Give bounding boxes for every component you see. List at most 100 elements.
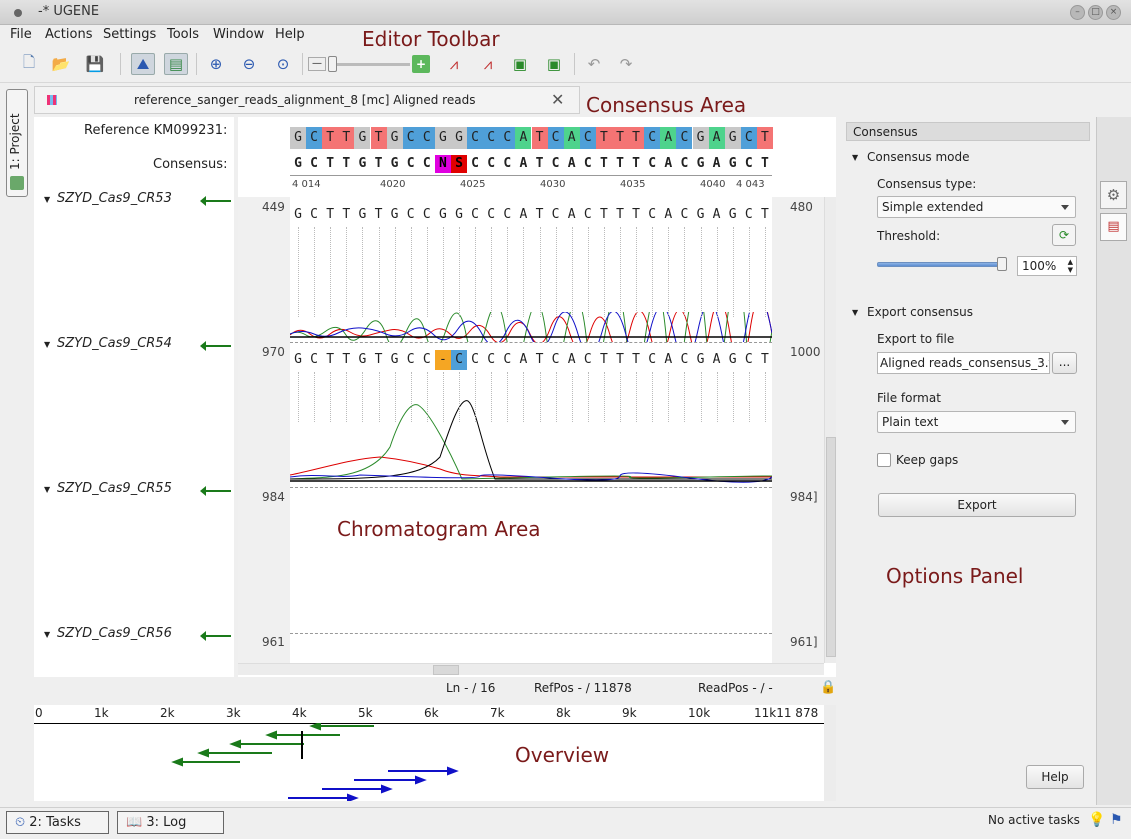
new-project-icon[interactable]: 🗋 [17, 53, 41, 75]
vertical-scrollbar[interactable] [824, 197, 836, 663]
maximize-button[interactable]: □ [1088, 5, 1103, 20]
read-name-cr55[interactable]: SZYD_Cas9_CR55 [57, 481, 172, 496]
consensus-base[interactable]: C [499, 155, 515, 173]
threshold-slider-handle[interactable] [997, 257, 1007, 271]
consensus-base[interactable]: C [676, 155, 692, 173]
help-button[interactable]: Help [1026, 765, 1084, 789]
expand-row-icon[interactable]: ▼ [44, 630, 50, 639]
consensus-base[interactable]: N [434, 155, 451, 173]
consensus-base[interactable]: T [612, 155, 628, 173]
consensus-base[interactable]: C [741, 155, 757, 173]
minimize-button[interactable]: – [1070, 5, 1085, 20]
export-consensus-heading[interactable]: Export consensus [867, 305, 973, 319]
open-folder-icon[interactable]: 📂 [49, 53, 73, 75]
consensus-base[interactable]: T [532, 155, 548, 173]
zoom-slider-track[interactable] [330, 63, 410, 66]
undo-icon[interactable]: ↶ [582, 53, 606, 75]
zoom-slider-plus-icon[interactable]: + [412, 55, 430, 73]
reset-threshold-button[interactable]: ⟳ [1052, 224, 1076, 246]
redo-icon[interactable]: ↷ [614, 53, 638, 75]
threshold-spinbox[interactable]: 100% ▲ ▼ [1017, 256, 1077, 276]
expand-row-icon[interactable]: ▼ [44, 195, 50, 204]
project-tab[interactable]: 1: Project [6, 89, 28, 197]
collapse-icon[interactable]: ▼ [852, 153, 858, 162]
consensus-base[interactable]: C [306, 155, 322, 173]
zoom-in-icon[interactable]: ⊕ [204, 53, 228, 75]
expand-row-icon[interactable]: ▼ [44, 485, 50, 494]
save-icon[interactable]: 💾 [83, 53, 107, 75]
menu-window[interactable]: Window [213, 27, 264, 42]
consensus-base[interactable]: C [548, 155, 564, 173]
editor-tab[interactable]: reference_sanger_reads_alignment_8 [mc] … [34, 86, 580, 114]
consensus-base[interactable]: G [354, 155, 370, 173]
zoom-slider-minus-icon[interactable]: — [308, 57, 326, 71]
lightbulb-icon[interactable]: 💡 [1088, 812, 1105, 828]
export-button[interactable]: Export [878, 493, 1076, 517]
lock-icon[interactable]: 🔒 [820, 680, 836, 695]
consensus-base[interactable]: A [660, 155, 676, 173]
notification-icon[interactable]: ⚑ [1110, 812, 1123, 828]
read-name-cr53[interactable]: SZYD_Cas9_CR53 [57, 191, 172, 206]
show-overview-icon[interactable]: ▤ [164, 53, 188, 75]
menu-help[interactable]: Help [275, 27, 305, 42]
consensus-base[interactable]: T [596, 155, 612, 173]
next-mismatch-icon[interactable]: ▣ [542, 53, 566, 75]
tasks-button[interactable]: ⏲ 2: Tasks [6, 811, 109, 834]
menu-file[interactable]: File [10, 27, 32, 42]
consensus-base[interactable]: A [709, 155, 725, 173]
read-base: C [583, 207, 592, 222]
collapse-icon[interactable]: ▼ [852, 308, 858, 317]
consensus-base[interactable]: G [387, 155, 403, 173]
consensus-base[interactable]: T [371, 155, 387, 173]
column-guide [603, 227, 605, 317]
scrollbar-handle[interactable] [433, 665, 459, 675]
show-chromatograms-icon[interactable]: ⛰ [131, 53, 155, 75]
consensus-base[interactable]: T [628, 155, 644, 173]
overview-panel[interactable]: Overview [34, 705, 836, 801]
horizontal-scrollbar[interactable] [238, 663, 824, 675]
chromatogram-area[interactable]: 4 014 4020 4025 4030 4035 4040 4 043 449… [238, 117, 836, 677]
consensus-base[interactable]: S [451, 155, 467, 173]
consensus-settings-icon[interactable]: ▤ [1100, 213, 1127, 241]
consensus-base[interactable]: G [290, 155, 306, 173]
prev-mismatch-icon[interactable]: ▣ [508, 53, 532, 75]
consensus-base[interactable]: C [467, 155, 483, 173]
threshold-slider[interactable] [877, 262, 1005, 267]
menu-actions[interactable]: Actions [45, 27, 93, 42]
read-name-cr56[interactable]: SZYD_Cas9_CR56 [57, 626, 172, 641]
consensus-base[interactable]: C [403, 155, 419, 173]
general-settings-icon[interactable]: ⚙ [1100, 181, 1127, 209]
close-tab-icon[interactable]: ✕ [551, 90, 564, 109]
consensus-base[interactable]: C [419, 155, 435, 173]
reset-zoom-icon[interactable]: ⊙ [271, 53, 295, 75]
browse-button[interactable]: ... [1052, 352, 1077, 374]
spin-arrows-icon[interactable]: ▲ ▼ [1068, 258, 1073, 274]
consensus-mode-heading[interactable]: Consensus mode [867, 150, 970, 164]
ambiguous-prev-icon[interactable]: ⩘ [442, 53, 466, 75]
expand-row-icon[interactable]: ▼ [44, 340, 50, 349]
consensus-base[interactable]: T [322, 155, 338, 173]
consensus-base[interactable]: G [725, 155, 741, 173]
log-button[interactable]: 📖 3: Log [117, 811, 224, 834]
export-file-input[interactable]: Aligned reads_consensus_3.txt [877, 352, 1050, 374]
consensus-base[interactable]: T [757, 155, 773, 173]
zoom-out-icon[interactable]: ⊖ [237, 53, 261, 75]
consensus-base[interactable]: G [693, 155, 709, 173]
consensus-base[interactable]: A [564, 155, 580, 173]
read-name-cr54[interactable]: SZYD_Cas9_CR54 [57, 336, 172, 351]
ambiguous-next-icon[interactable]: ⩘ [476, 53, 500, 75]
consensus-base[interactable]: C [483, 155, 499, 173]
close-button[interactable]: × [1106, 5, 1121, 20]
consensus-base[interactable]: A [515, 155, 531, 173]
consensus-base[interactable]: C [644, 155, 660, 173]
file-format-select[interactable]: Plain text [877, 411, 1076, 433]
keep-gaps-checkbox[interactable] [877, 453, 891, 467]
zoom-slider-handle[interactable] [328, 56, 337, 72]
overview-scrollbar[interactable] [824, 705, 836, 801]
consensus-base[interactable]: C [580, 155, 596, 173]
consensus-type-select[interactable]: Simple extended [877, 196, 1076, 218]
consensus-base[interactable]: T [338, 155, 354, 173]
scrollbar-handle[interactable] [826, 437, 836, 657]
menu-settings[interactable]: Settings [103, 27, 156, 42]
menu-tools[interactable]: Tools [167, 27, 199, 42]
